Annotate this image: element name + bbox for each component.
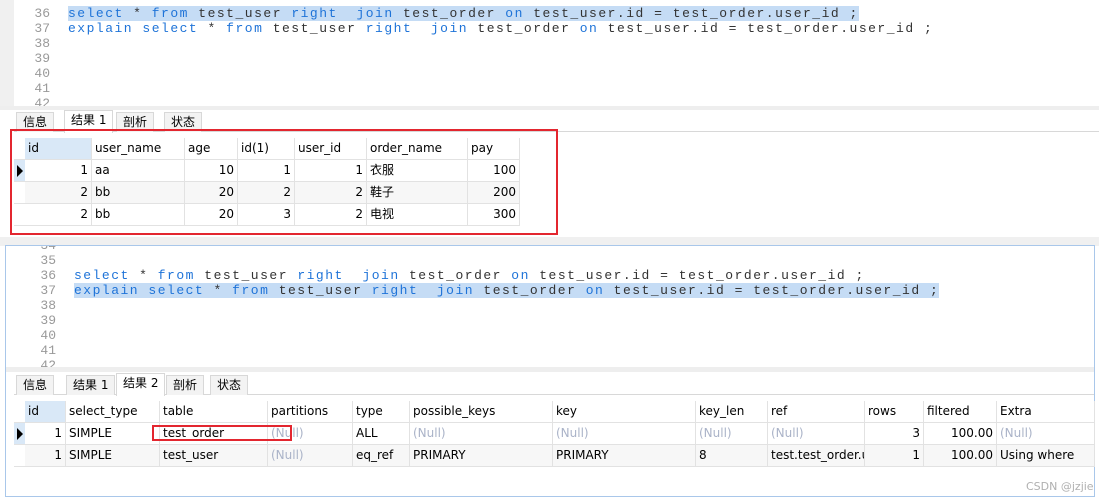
column-header-possible_keys[interactable]: possible_keys: [410, 401, 553, 423]
column-header-select_type[interactable]: select_type: [66, 401, 160, 423]
tab-结果1[interactable]: 结果 1: [66, 375, 116, 395]
tab-剖析[interactable]: 剖析: [166, 375, 205, 395]
sql-keyword: join: [356, 6, 394, 21]
table-cell[interactable]: ALL: [353, 423, 410, 445]
sql-keyword: right: [371, 283, 419, 298]
table-cell[interactable]: (Null): [410, 423, 553, 445]
sql-keyword: from: [151, 6, 189, 21]
line-number: 38: [34, 36, 50, 51]
sql-keyword: select: [74, 268, 130, 283]
sql-keyword: on: [585, 283, 605, 298]
row-selector[interactable]: [14, 445, 25, 467]
table-cell[interactable]: test.test_order.u: [768, 445, 865, 467]
result-tabs-bottom: 信息 结果 1 结果 2 剖析 状态: [14, 373, 1094, 396]
sql-keyword: select: [148, 283, 205, 298]
sql-keyword: on: [505, 6, 524, 21]
line-number: 39: [34, 51, 50, 66]
table-cell[interactable]: eq_ref: [353, 445, 410, 467]
sql-keyword: join: [362, 268, 400, 283]
code-line[interactable]: explain select * from test_user right jo…: [68, 21, 933, 36]
table-cell[interactable]: 1: [25, 423, 66, 445]
sql-editor-bottom[interactable]: 343536 select * from test_user right join…: [6, 246, 1094, 368]
table-cell[interactable]: PRIMARY: [553, 445, 696, 467]
sql-keyword: select: [68, 6, 124, 21]
sql-keyword: from: [157, 268, 195, 283]
table-cell[interactable]: 100.00: [924, 423, 997, 445]
tab-结果2[interactable]: 结果 2: [116, 373, 166, 396]
sql-editor-top[interactable]: 36 select * from test_user right join tes…: [0, 0, 1099, 111]
sql-keyword: right: [365, 21, 413, 36]
column-header-id[interactable]: id: [25, 401, 66, 423]
sql-keyword: explain: [74, 283, 140, 298]
line-number: 34: [36, 246, 56, 253]
splitter[interactable]: [6, 367, 1094, 372]
table-cell[interactable]: SIMPLE: [66, 445, 160, 467]
sql-keyword: select: [142, 21, 199, 36]
table-cell[interactable]: 8: [696, 445, 768, 467]
table-cell[interactable]: (Null): [768, 423, 865, 445]
tab-状态[interactable]: 状态: [210, 375, 249, 395]
sql-keyword: on: [511, 268, 530, 283]
column-header-partitions[interactable]: partitions: [268, 401, 353, 423]
column-header-ref[interactable]: ref: [768, 401, 865, 423]
code-line[interactable]: explain select * from test_user right jo…: [74, 283, 940, 298]
code-line[interactable]: select * from test_user right join test_…: [68, 6, 859, 21]
table-cell[interactable]: SIMPLE: [66, 423, 160, 445]
sql-keyword: explain: [68, 21, 134, 36]
sql-keyword: from: [226, 21, 264, 36]
tab-信息[interactable]: 信息: [16, 375, 55, 395]
table-cell[interactable]: test_user: [160, 445, 268, 467]
sql-keyword: join: [430, 21, 469, 36]
table-cell[interactable]: Using where: [997, 445, 1095, 467]
line-number: 41: [34, 81, 50, 96]
sql-keyword: join: [436, 283, 475, 298]
row-selector[interactable]: [14, 423, 25, 445]
column-header-key_len[interactable]: key_len: [696, 401, 768, 423]
sql-keyword: right: [297, 268, 344, 283]
line-number: 40: [40, 328, 56, 343]
line-number: 36: [34, 6, 50, 21]
table-cell[interactable]: (Null): [268, 445, 353, 467]
table-cell[interactable]: (Null): [997, 423, 1095, 445]
column-header-filtered[interactable]: filtered: [924, 401, 997, 423]
column-header-rows[interactable]: rows: [865, 401, 924, 423]
line-number: 40: [34, 66, 50, 81]
line-number: 37: [34, 21, 50, 36]
current-row-icon: [17, 428, 23, 440]
code-line[interactable]: select * from test_user right join test_…: [74, 268, 865, 283]
highlight-box: [152, 425, 292, 441]
column-header-table[interactable]: table: [160, 401, 268, 423]
line-number: 38: [40, 298, 56, 313]
line-number: 36: [40, 268, 56, 283]
table-cell[interactable]: (Null): [553, 423, 696, 445]
highlight-box: [10, 129, 558, 235]
table-cell[interactable]: PRIMARY: [410, 445, 553, 467]
column-header-key[interactable]: key: [553, 401, 696, 423]
table-cell[interactable]: 100.00: [924, 445, 997, 467]
row-header-corner: [14, 401, 25, 423]
line-number: 41: [40, 343, 56, 358]
sql-keyword: on: [579, 21, 599, 36]
sql-keyword: from: [232, 283, 270, 298]
sql-keyword: right: [291, 6, 338, 21]
table-cell[interactable]: 3: [865, 423, 924, 445]
column-header-type[interactable]: type: [353, 401, 410, 423]
line-number: 37: [40, 283, 56, 298]
table-cell[interactable]: 1: [865, 445, 924, 467]
column-header-Extra[interactable]: Extra: [997, 401, 1095, 423]
table-cell[interactable]: 1: [25, 445, 66, 467]
watermark: CSDN @jzjie: [1026, 480, 1094, 493]
line-number: 39: [40, 313, 56, 328]
table-cell[interactable]: (Null): [696, 423, 768, 445]
line-number: 35: [40, 253, 56, 268]
